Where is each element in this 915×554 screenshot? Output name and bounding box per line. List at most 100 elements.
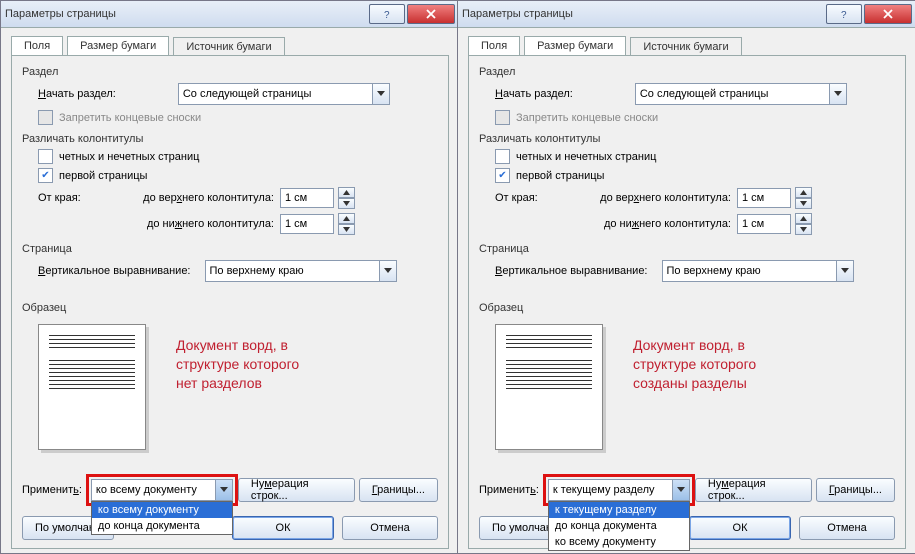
page-setup-dialog-right: Параметры страницы ? Поля Размер бумаги … — [457, 0, 915, 554]
start-section-value: Со следующей страницы — [179, 88, 372, 100]
window-title: Параметры страницы — [5, 8, 367, 20]
spin-up-icon[interactable] — [338, 187, 355, 198]
apply-to-dropdown[interactable]: ко всему документу до конца документа — [91, 501, 233, 535]
valign-label: Вертикальное выравнивание: — [38, 265, 191, 277]
section-razdel: Раздел — [22, 66, 438, 78]
checkbox-icon — [495, 149, 510, 164]
header-distance-spinner[interactable]: 1 см — [737, 187, 812, 209]
header-distance-value: 1 см — [737, 188, 791, 208]
section-headers: Различать колонтитулы — [22, 133, 438, 145]
help-button[interactable]: ? — [369, 4, 405, 24]
preview-thumbnail — [38, 324, 146, 450]
preview-thumbnail — [495, 324, 603, 450]
valign-select[interactable]: По верхнему краю — [205, 260, 397, 282]
dropdown-arrow-icon — [672, 480, 689, 500]
dropdown-arrow-icon — [379, 261, 396, 281]
apply-label: Применить: — [479, 484, 539, 496]
section-page: Страница — [22, 243, 438, 255]
start-section-label: ННачать раздел:ачать раздел: — [38, 88, 116, 100]
spin-up-icon[interactable] — [795, 213, 812, 224]
spin-up-icon[interactable] — [338, 213, 355, 224]
from-edge-label: От края: — [495, 192, 555, 204]
spin-down-icon[interactable] — [338, 198, 355, 209]
start-section-select[interactable]: Со следующей страницы — [635, 83, 847, 105]
cancel-button[interactable]: Отмена — [342, 516, 438, 540]
checkbox-icon — [495, 110, 510, 125]
tab-paper-source[interactable]: Источник бумаги — [630, 37, 741, 56]
apply-to-select[interactable]: ко всему документу — [91, 479, 233, 501]
apply-option[interactable]: до конца документа — [549, 518, 689, 534]
close-button[interactable] — [864, 4, 912, 24]
tab-strip: Поля Размер бумаги Источник бумаги — [11, 36, 459, 55]
tab-margins[interactable]: Поля — [468, 36, 520, 55]
borders-button[interactable]: Границы... — [816, 478, 895, 502]
valign-value: По верхнему краю — [663, 265, 836, 277]
spin-down-icon[interactable] — [338, 224, 355, 235]
first-page-checkbox[interactable]: первой страницы — [495, 168, 895, 183]
tab-content: Раздел Начать раздел: Со следующей стран… — [468, 55, 906, 549]
footer-distance-value: 1 см — [737, 214, 791, 234]
footer-distance-label: до нижнего колонтитула: — [104, 218, 274, 230]
checkbox-checked-icon — [495, 168, 510, 183]
tab-margins[interactable]: Поля — [11, 36, 63, 55]
footer-distance-label: до нижнего колонтитула: — [561, 218, 731, 230]
dropdown-arrow-icon — [372, 84, 389, 104]
section-headers: Различать колонтитулы — [479, 133, 895, 145]
line-numbers-button[interactable]: Нумерация строк... — [695, 478, 812, 502]
valign-value: По верхнему краю — [206, 265, 379, 277]
dropdown-arrow-icon — [829, 84, 846, 104]
apply-label: Применить: — [22, 484, 82, 496]
valign-label: Вертикальное выравнивание: — [495, 265, 648, 277]
window-title: Параметры страницы — [462, 8, 824, 20]
tab-strip: Поля Размер бумаги Источник бумаги — [468, 36, 915, 55]
tab-paper-size[interactable]: Размер бумаги — [67, 36, 169, 55]
close-button[interactable] — [407, 4, 455, 24]
start-section-select[interactable]: Со следующей страницы — [178, 83, 390, 105]
start-section-label: Начать раздел: — [495, 88, 573, 100]
odd-even-checkbox[interactable]: четных и нечетных страниц — [495, 149, 895, 164]
dropdown-arrow-icon — [215, 480, 232, 500]
first-page-checkbox[interactable]: первой страницы — [38, 168, 438, 183]
titlebar[interactable]: Параметры страницы ? — [1, 1, 459, 28]
apply-option[interactable]: до конца документа — [92, 518, 232, 534]
apply-to-value: к текущему разделу — [549, 484, 672, 496]
tab-content: Раздел ННачать раздел:ачать раздел: Со с… — [11, 55, 449, 549]
start-section-value: Со следующей страницы — [636, 88, 829, 100]
ok-button[interactable]: ОК — [232, 516, 334, 540]
section-razdel: Раздел — [479, 66, 895, 78]
suppress-endnotes-checkbox: Запретить концевые сноски — [495, 110, 895, 125]
spin-up-icon[interactable] — [795, 187, 812, 198]
footer-distance-spinner[interactable]: 1 см — [280, 213, 355, 235]
from-edge-label: От края: — [38, 192, 98, 204]
page-setup-dialog-left: Параметры страницы ? Поля Размер бумаги … — [0, 0, 460, 554]
odd-even-checkbox[interactable]: четных и нечетных страниц — [38, 149, 438, 164]
svg-text:?: ? — [384, 10, 390, 19]
tab-paper-source[interactable]: Источник бумаги — [173, 37, 284, 56]
ok-button[interactable]: ОК — [689, 516, 791, 540]
apply-option[interactable]: ко всему документу — [549, 534, 689, 550]
valign-select[interactable]: По верхнему краю — [662, 260, 854, 282]
tab-paper-size[interactable]: Размер бумаги — [524, 36, 626, 55]
checkbox-icon — [38, 110, 53, 125]
spin-down-icon[interactable] — [795, 224, 812, 235]
borders-button[interactable]: Границы... — [359, 478, 438, 502]
checkbox-icon — [38, 149, 53, 164]
apply-to-select[interactable]: к текущему разделу — [548, 479, 690, 501]
header-distance-label: до верхнего колонтитула: — [104, 192, 274, 204]
suppress-endnotes-checkbox: Запретить концевые сноски — [38, 110, 438, 125]
apply-to-dropdown[interactable]: к текущему разделу до конца документа ко… — [548, 501, 690, 551]
help-button[interactable]: ? — [826, 4, 862, 24]
section-preview: Образец — [22, 302, 438, 314]
svg-text:?: ? — [841, 10, 847, 19]
line-numbers-button[interactable]: Нумерация строк... — [238, 478, 355, 502]
section-preview: Образец — [479, 302, 895, 314]
titlebar[interactable]: Параметры страницы ? — [458, 1, 915, 28]
spin-down-icon[interactable] — [795, 198, 812, 209]
footer-distance-spinner[interactable]: 1 см — [737, 213, 812, 235]
checkbox-checked-icon — [38, 168, 53, 183]
cancel-button[interactable]: Отмена — [799, 516, 895, 540]
header-distance-label: до верхнего колонтитула: — [561, 192, 731, 204]
apply-option[interactable]: ко всему документу — [92, 502, 232, 518]
apply-option[interactable]: к текущему разделу — [549, 502, 689, 518]
header-distance-spinner[interactable]: 1 см — [280, 187, 355, 209]
